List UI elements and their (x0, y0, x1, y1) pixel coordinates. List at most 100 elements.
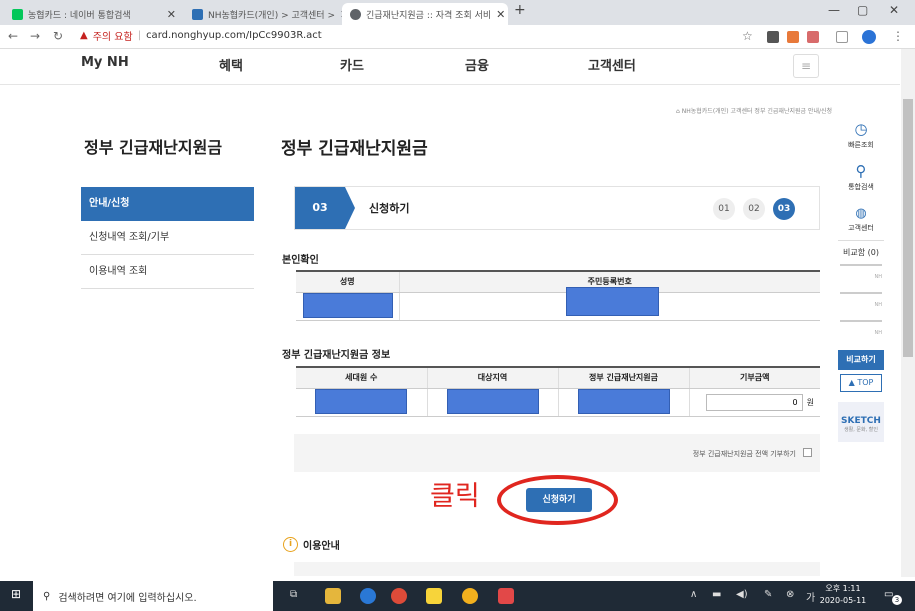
step-dot: 01 (713, 198, 735, 220)
profile-avatar[interactable] (862, 30, 876, 44)
resident-number-cell (398, 286, 820, 321)
table-header: 대상지역 (426, 366, 558, 389)
sidebar-title: 정부 긴급재난지원금 (84, 138, 223, 157)
click-annotation: 클릭 (430, 481, 480, 512)
donation-cell: 원 (688, 388, 820, 417)
info-table: 세대원 수 대상지역 정부 긴급재난지원금 기부금액 원 (296, 366, 820, 417)
menu-dots-icon[interactable]: ⋮ (892, 29, 904, 43)
extension-icon[interactable] (767, 31, 779, 43)
battery-icon[interactable]: ▬ (712, 589, 721, 600)
taskbar-clock[interactable]: 오후 1:11 2020-05-11 (818, 583, 868, 607)
chevron-up-icon[interactable]: ∧ (690, 589, 697, 600)
nav-my-nh[interactable]: My NH (81, 55, 129, 70)
compare-slot: NH (840, 264, 882, 288)
search-icon: ⚲ (855, 162, 867, 180)
nav-finance[interactable]: 금융 (465, 55, 489, 74)
kakaotalk-icon[interactable] (426, 588, 442, 604)
new-tab-button[interactable]: + (514, 2, 526, 18)
ime-icon[interactable]: 가 (806, 589, 815, 604)
donate-all-checkbox[interactable] (803, 448, 812, 457)
edge-icon[interactable] (360, 588, 376, 604)
tab-naver[interactable]: 농협카드 : 네이버 통합검색 ✕ (4, 3, 184, 25)
redaction-box (565, 286, 659, 316)
home-icon[interactable]: ⌂ (676, 108, 680, 115)
close-icon[interactable]: ✕ (167, 8, 176, 21)
extension-icon[interactable] (787, 31, 799, 43)
page-title: 정부 긴급재난지원금 (281, 139, 428, 159)
donate-all-label: 정부 긴급재난지원금 전액 기부하기 (692, 450, 796, 458)
bookmark-star-icon[interactable]: ☆ (742, 29, 753, 43)
quick-lookup[interactable]: ◷ 빠른조회 (838, 114, 884, 156)
quick-menu: ◷ 빠른조회 ⚲ 통합검색 ◍ 고객센터 비교함 (0) NH NH NH 비교… (838, 114, 884, 442)
current-step-number: 03 (295, 187, 345, 229)
sketch-banner[interactable]: SKETCH 생활, 문화, 할인 (838, 402, 884, 442)
compare-slot: NH (840, 292, 882, 316)
quick-customer-center[interactable]: ◍ 고객센터 (838, 198, 884, 240)
app-icon[interactable] (462, 588, 478, 604)
nav-customer-center[interactable]: 고객센터 (588, 55, 636, 74)
donation-amount-input[interactable] (705, 393, 803, 411)
step-dot-active: 03 (773, 198, 795, 220)
usage-guide-box (294, 562, 820, 576)
sidebar-item-history[interactable]: 신청내역 조회/기부 (81, 221, 254, 255)
tab-disaster-fund[interactable]: 긴급재난지원금 :: 자격 조회 서비 ✕ (342, 3, 508, 25)
household-cell (296, 388, 427, 417)
extension-icon[interactable] (836, 31, 848, 43)
table-header: 성명 (296, 270, 399, 293)
redaction-box (303, 292, 393, 318)
pen-icon[interactable]: ✎ (764, 589, 772, 600)
address-bar: ← → ↻ ▲ 주의 요함 | card.nonghyup.com/IpCc99… (0, 25, 915, 49)
compare-button[interactable]: 비교하기 (838, 350, 884, 370)
windows-start-icon[interactable]: ⊞ (11, 587, 21, 601)
network-icon[interactable]: ⊗ (786, 589, 794, 600)
globe-icon (350, 8, 361, 20)
volume-icon[interactable]: ◀) (736, 589, 748, 600)
site-main-nav: My NH 혜택 카드 금융 고객센터 ≡ (0, 49, 900, 85)
breadcrumb: ⌂ NH농협카드(개인) 고객센터 정부 긴급재난지원금 안내/신청 (676, 108, 833, 115)
region-cell (426, 388, 558, 417)
info-icon: i (283, 537, 298, 552)
donate-all-option: 정부 긴급재난지원금 전액 기부하기 (294, 434, 820, 472)
nav-card[interactable]: 카드 (340, 55, 364, 74)
search-icon: ⚲ (43, 590, 51, 602)
redaction-box (577, 388, 670, 414)
maximize-icon[interactable]: ▢ (857, 3, 868, 17)
step-dot: 02 (743, 198, 765, 220)
scrollbar-thumb[interactable] (903, 99, 913, 357)
taskbar-search[interactable]: ⚲ 검색하려면 여기에 입력하십시오. (33, 581, 273, 611)
forward-icon[interactable]: → (30, 29, 40, 43)
app-icon[interactable] (498, 588, 514, 604)
name-cell (296, 292, 399, 321)
top-button[interactable]: ▲ TOP (840, 374, 882, 392)
back-icon[interactable]: ← (8, 29, 18, 43)
apply-button[interactable]: 신청하기 (526, 488, 592, 512)
close-window-icon[interactable]: ✕ (889, 3, 899, 17)
table-header: 정부 긴급재난지원금 (557, 366, 689, 389)
windows-taskbar: ⊞ ⚲ 검색하려면 여기에 입력하십시오. ⧉ ∧ ▬ ◀) ✎ ⊗ 가 오후 … (0, 581, 915, 611)
nav-benefits[interactable]: 혜택 (219, 55, 243, 74)
usage-guide-title: i 이용안내 (283, 537, 340, 552)
extension-icon[interactable] (807, 31, 819, 43)
chrome-icon[interactable] (391, 588, 407, 604)
compare-slot: NH (840, 320, 882, 344)
close-icon[interactable]: ✕ (496, 8, 505, 21)
url-field[interactable]: ▲ 주의 요함 | card.nonghyup.com/IpCc9903R.ac… (80, 28, 322, 43)
table-header: 세대원 수 (296, 366, 427, 389)
naver-icon (12, 8, 23, 20)
table-header: 기부금액 (688, 366, 820, 389)
menu-icon[interactable]: ≡ (793, 54, 819, 78)
sidebar-item-apply[interactable]: 안내/신청 (81, 187, 254, 221)
quick-search[interactable]: ⚲ 통합검색 (838, 156, 884, 198)
reload-icon[interactable]: ↻ (53, 29, 63, 43)
amount-cell (557, 388, 689, 417)
sidebar-item-usage[interactable]: 이용내역 조회 (81, 255, 254, 289)
notification-count: 3 (892, 595, 902, 605)
task-view-icon[interactable]: ⧉ (290, 589, 297, 600)
identity-section-title: 본인확인 (282, 255, 319, 266)
file-explorer-icon[interactable] (325, 588, 341, 604)
step-label: 신청하기 (369, 202, 410, 215)
info-section-title: 정부 긴급재난지원금 정보 (282, 350, 391, 361)
tab-nh-card[interactable]: NH농협카드(개인) > 고객센터 > ✕ (184, 3, 342, 25)
minimize-icon[interactable]: — (828, 3, 840, 17)
browser-tab-bar: 농협카드 : 네이버 통합검색 ✕ NH농협카드(개인) > 고객센터 > ✕ … (0, 0, 915, 25)
